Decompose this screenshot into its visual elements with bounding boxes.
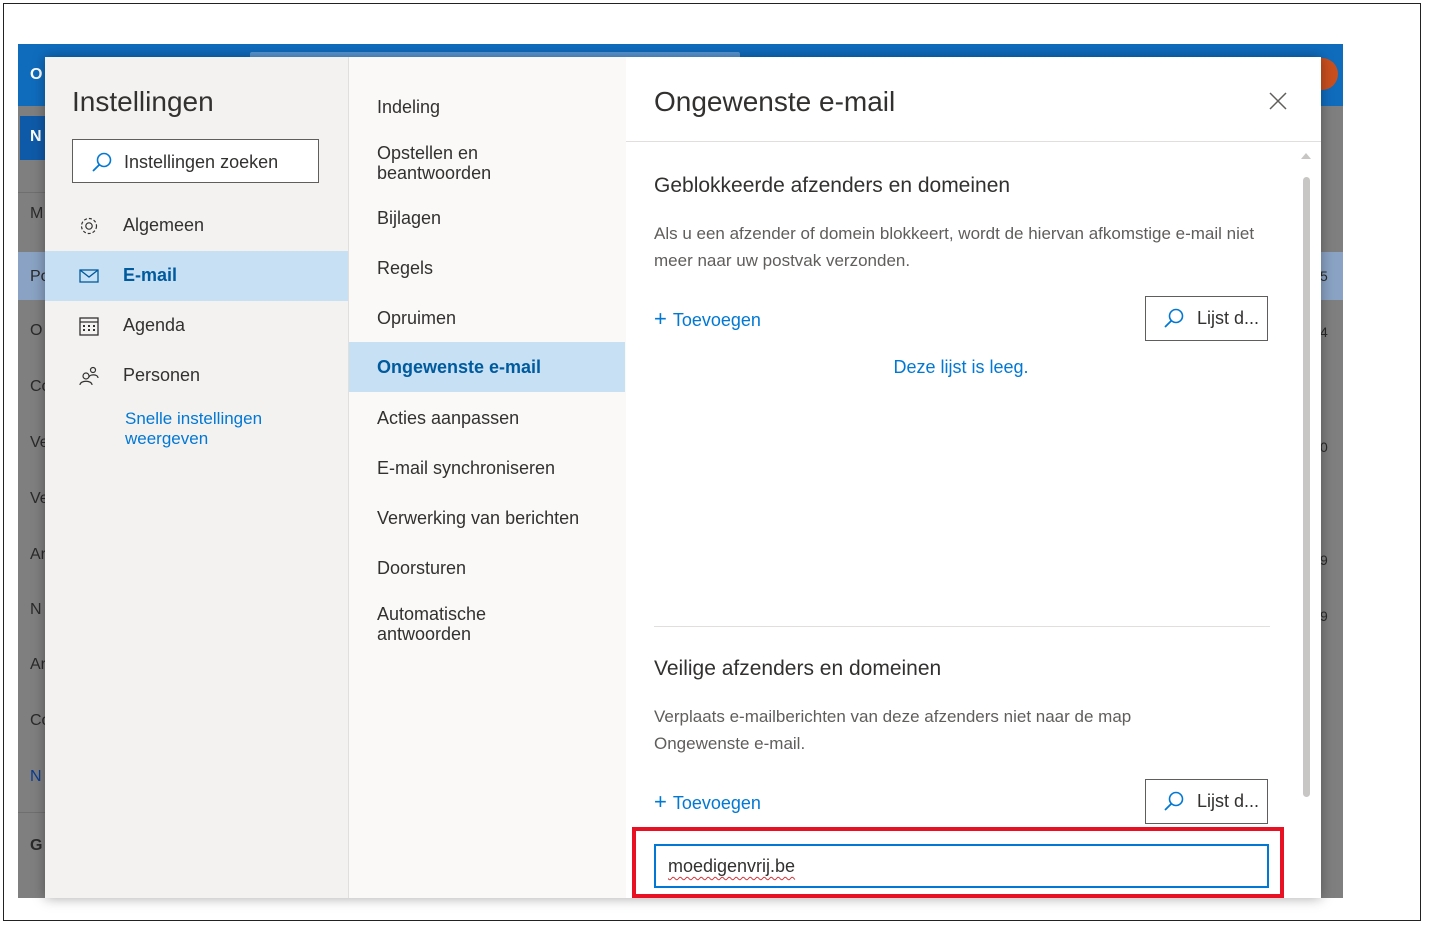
blocked-senders-title: Geblokkeerde afzenders en domeinen xyxy=(654,174,1011,197)
app-launcher-letter: O xyxy=(30,66,43,83)
folder-item[interactable]: Ar xyxy=(30,546,46,564)
menu-item-message-handling[interactable]: Verwerking van berichten xyxy=(349,508,625,528)
add-label: Toevoegen xyxy=(672,310,761,330)
settings-categories-panel: Instellingen Instellingen zoeken Algemee… xyxy=(45,57,348,898)
folder-item[interactable]: N xyxy=(30,768,42,786)
category-email[interactable]: E-mail xyxy=(45,251,348,301)
scroll-up-arrow-icon[interactable] xyxy=(1301,153,1311,159)
scrollbar-thumb[interactable] xyxy=(1303,177,1310,797)
menu-item-layout[interactable]: Indeling xyxy=(349,97,625,117)
count: 9 xyxy=(1320,552,1328,568)
category-people[interactable]: Personen xyxy=(45,351,348,401)
menu-item-sync-email[interactable]: E-mail synchroniseren xyxy=(349,458,625,478)
category-label: E-mail xyxy=(123,265,178,285)
gear-icon xyxy=(78,215,102,239)
blocked-list-search[interactable]: Lijst d... xyxy=(1145,296,1268,341)
settings-search-input[interactable]: Instellingen zoeken xyxy=(72,139,319,183)
settings-dialog: Instellingen Instellingen zoeken Algemee… xyxy=(45,57,1321,898)
search-icon xyxy=(1163,790,1185,817)
mail-settings-menu: Indeling Opstellen en beantwoorden Bijla… xyxy=(348,57,628,898)
divider xyxy=(18,812,48,813)
calendar-icon xyxy=(78,315,102,339)
menu-item-sweep[interactable]: Opruimen xyxy=(349,308,625,328)
list-search-placeholder: Lijst d... xyxy=(1197,308,1260,328)
count: 5 xyxy=(1320,268,1328,284)
search-icon xyxy=(91,151,113,178)
folder-item[interactable]: Ar xyxy=(30,656,46,674)
annotation-highlight-box xyxy=(632,827,1284,898)
settings-search-placeholder: Instellingen zoeken xyxy=(124,152,279,172)
people-icon xyxy=(78,365,102,389)
menu-item-forwarding[interactable]: Doorsturen xyxy=(349,558,625,578)
divider xyxy=(654,626,1270,627)
divider xyxy=(18,192,48,193)
count: 9 xyxy=(1320,608,1328,624)
category-calendar[interactable]: Agenda xyxy=(45,301,348,351)
add-blocked-sender-button[interactable]: + Toevoegen xyxy=(654,306,761,332)
category-label: Agenda xyxy=(123,315,186,335)
search-icon xyxy=(1163,307,1185,334)
category-label: Personen xyxy=(123,365,201,385)
menu-item-automatic-replies[interactable]: Automatische antwoorden xyxy=(349,604,549,644)
quick-settings-link[interactable]: Snelle instellingen weergeven xyxy=(125,409,325,449)
menu-item-customize-actions[interactable]: Acties aanpassen xyxy=(349,408,625,428)
count: 4 xyxy=(1320,324,1328,340)
folder-item[interactable]: N xyxy=(30,601,42,619)
close-icon[interactable] xyxy=(1266,89,1290,113)
add-safe-sender-button[interactable]: + Toevoegen xyxy=(654,789,761,815)
folder-item[interactable]: O xyxy=(30,322,42,340)
safe-senders-description: Verplaats e-mailberichten van deze afzen… xyxy=(654,707,1132,753)
menu-item-rules[interactable]: Regels xyxy=(349,258,625,278)
category-general[interactable]: Algemeen xyxy=(45,201,348,251)
blocked-senders-description: Als u een afzender of domein blokkeert, … xyxy=(654,224,1255,270)
pane-title: Ongewenste e-mail xyxy=(654,86,896,117)
plus-icon: + xyxy=(654,789,667,814)
folder-group[interactable]: G xyxy=(30,837,42,855)
menu-item-attachments[interactable]: Bijlagen xyxy=(349,208,625,228)
new-message-button[interactable]: N xyxy=(20,116,46,160)
divider xyxy=(626,141,1321,142)
menu-item-compose-reply[interactable]: Opstellen en beantwoorden xyxy=(349,143,549,183)
count: 0 xyxy=(1320,439,1328,455)
add-label: Toevoegen xyxy=(672,793,761,813)
safe-senders-title: Veilige afzenders en domeinen xyxy=(654,657,942,680)
folder-item[interactable]: M xyxy=(30,205,43,223)
safe-list-search[interactable]: Lijst d... xyxy=(1145,779,1268,824)
menu-item-junk-email[interactable]: Ongewenste e-mail xyxy=(349,342,625,392)
settings-title: Instellingen xyxy=(72,86,214,117)
junk-email-pane: Ongewenste e-mail Geblokkeerde afzenders… xyxy=(626,57,1321,898)
mail-icon xyxy=(78,265,102,289)
plus-icon: + xyxy=(654,306,667,331)
list-search-placeholder: Lijst d... xyxy=(1197,791,1260,811)
category-label: Algemeen xyxy=(123,215,205,235)
empty-list-message: Deze lijst is leeg. xyxy=(893,357,1029,377)
